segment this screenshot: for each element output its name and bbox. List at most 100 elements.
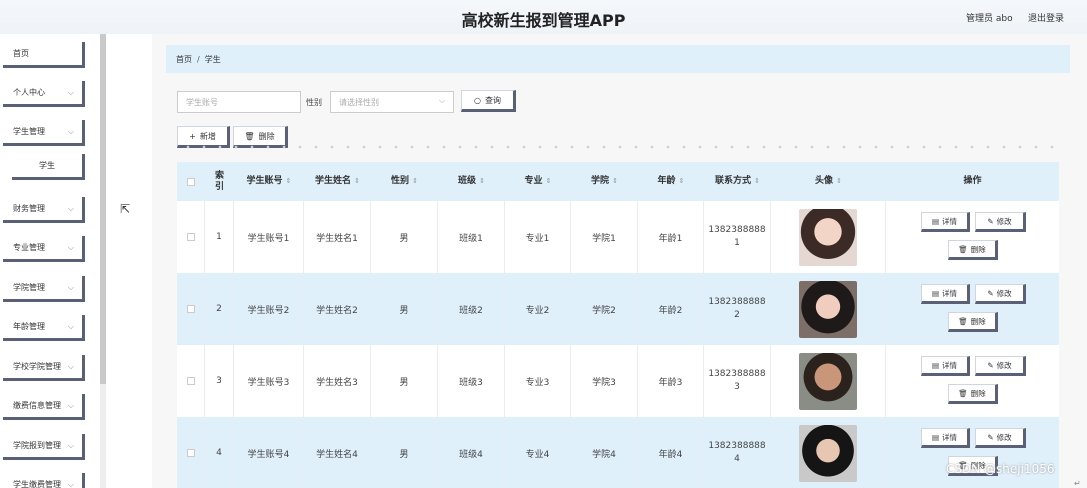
search-icon: ○ (474, 95, 481, 105)
row-major: 专业1 (505, 201, 571, 273)
detail-button[interactable]: ▤ 详情 (921, 284, 970, 304)
breadcrumb: 首页 / 学生 (166, 45, 1070, 73)
breadcrumb-current: 学生 (204, 54, 221, 64)
student-account-input[interactable]: 学生账号 (177, 91, 301, 113)
edit-button[interactable]: ✎ 修改 (975, 284, 1026, 304)
row-avatar (771, 273, 886, 345)
col-phone[interactable]: 联系方式 ⇕ (704, 162, 771, 201)
detail-button[interactable]: ▤ 详情 (921, 428, 970, 448)
row-checkbox[interactable] (186, 305, 195, 313)
sort-icon: ⇕ (412, 177, 418, 185)
detail-button[interactable]: ▤ 详情 (921, 212, 970, 232)
row-checkbox[interactable] (186, 449, 195, 457)
edit-button[interactable]: ✎ 修改 (975, 356, 1026, 376)
row-phone: 1382388888 3 (704, 345, 771, 417)
delete-button[interactable]: 🗑 删除 (948, 240, 998, 260)
detail-button[interactable]: ▤ 详情 (921, 356, 970, 376)
row-index: 2 (205, 273, 234, 345)
document-icon: ▤ (931, 432, 940, 442)
watermark: CSDN @sheji1056 (946, 462, 1055, 476)
col-actions: 操作 (963, 176, 982, 186)
sidebar-item-payment-info-management[interactable]: 缴费信息管理 ⌵ (3, 394, 85, 420)
delete-button[interactable]: 🗑 删除 (948, 384, 998, 404)
col-class[interactable]: 班级 ⇕ (438, 162, 505, 201)
chevron-down-icon: ⌵ (67, 88, 74, 97)
sidebar-item-college-management[interactable]: 学院管理 ⌵ (3, 276, 85, 302)
mouse-cursor-icon: ⇱ (120, 202, 131, 216)
table-row: 1 学生账号1 学生姓名1 男班级1 专业1 学院1 年龄1 1382388888 1 ▤ 详情 ✎ 修… (177, 201, 1059, 273)
col-major[interactable]: 专业 ⇕ (505, 162, 571, 201)
delete-button[interactable]: 🗑 删除 (948, 312, 998, 332)
row-college: 学院2 (571, 273, 638, 345)
app-title: 高校新生报到管理APP (461, 11, 626, 30)
gender-label: 性别 (306, 98, 322, 107)
row-checkbox-cell (177, 273, 205, 345)
row-avatar (771, 345, 886, 417)
query-button[interactable]: ○ 查询 (461, 90, 516, 112)
breadcrumb-home[interactable]: 首页 (176, 54, 192, 65)
sidebar-item-personal-center[interactable]: 个人中心 ⌵ (3, 81, 85, 107)
sort-icon: ⇕ (285, 177, 292, 185)
col-age[interactable]: 年龄 ⇕ (638, 162, 704, 201)
row-index: 1 (205, 201, 234, 273)
row-class: 班级3 (438, 345, 505, 417)
edit-button[interactable]: ✎ 修改 (975, 212, 1026, 232)
sort-icon: ⇕ (836, 177, 842, 185)
col-avatar[interactable]: 头像 ⇕ (771, 162, 886, 201)
row-major: 专业2 (505, 273, 571, 345)
chevron-down-icon: ⌵ (67, 362, 74, 371)
row-age: 年龄1 (638, 201, 704, 273)
sidebar-item-school-college-management[interactable]: 学校学院管理 ⌵ (3, 355, 85, 381)
row-checkbox[interactable] (186, 377, 195, 385)
chevron-down-icon: ⌵ (67, 322, 74, 331)
sidebar-item-student-payment-management[interactable]: 学生缴费管理 ⌵ (3, 473, 85, 488)
decorative-dots (180, 144, 1060, 150)
row-gender: 男 (371, 201, 438, 273)
sidebar: 首页 个人中心 ⌵ 学生管理 ⌵ 学生 财务管理 ⌵ 专业管理 ⌵ 学院管理 ⌵ 年龄管理… (0, 34, 100, 488)
pencil-icon: ✎ (987, 216, 994, 226)
row-name: 学生姓名4 (304, 417, 371, 488)
table-header: 索引 学生账号 ⇕ 学生姓名 ⇕ 性别 ⇕ 班级 ⇕ 专业 ⇕ 学院 ⇕ 年龄 ⇕ 联系方式 ⇕… (177, 162, 1059, 201)
logout-link[interactable]: 退出登录 (1028, 11, 1064, 24)
document-icon: ▤ (931, 360, 940, 370)
edit-button[interactable]: ✎ 修改 (975, 428, 1026, 448)
chevron-down-icon: ⌵ (438, 96, 445, 105)
row-age: 年龄4 (638, 417, 704, 488)
sidebar-item-student-management[interactable]: 学生管理 ⌵ (3, 120, 85, 146)
row-name: 学生姓名1 (304, 201, 371, 273)
sidebar-item-age-management[interactable]: 年龄管理 ⌵ (3, 315, 85, 341)
row-major: 专业4 (505, 417, 571, 488)
gender-select[interactable]: 请选择性别 ⌵ (330, 91, 454, 113)
chevron-down-icon: ⌵ (67, 401, 74, 410)
document-icon: ▤ (931, 288, 940, 298)
select-all-checkbox[interactable] (187, 177, 195, 186)
sidebar-item-major-management[interactable]: 专业管理 ⌵ (3, 236, 85, 262)
row-checkbox-cell (177, 417, 205, 488)
sidebar-subitem-student[interactable]: 学生 (12, 154, 85, 180)
chevron-down-icon: ⌵ (67, 480, 74, 488)
sort-icon: ⇕ (612, 177, 618, 185)
trash-icon: 🗑 (958, 244, 968, 254)
col-college[interactable]: 学院 ⇕ (571, 162, 638, 201)
row-account: 学生账号2 (234, 273, 304, 345)
row-class: 班级1 (438, 201, 505, 273)
row-checkbox[interactable] (186, 233, 195, 241)
avatar (799, 280, 857, 338)
sidebar-item-finance-management[interactable]: 财务管理 ⌵ (3, 197, 85, 223)
sort-icon: ⇕ (354, 177, 360, 185)
row-account: 学生账号4 (234, 417, 304, 488)
row-checkbox-cell (177, 345, 205, 417)
row-age: 年龄3 (638, 345, 704, 417)
trash-icon: 🗑 (244, 131, 255, 141)
row-major: 专业3 (505, 345, 571, 417)
sidebar-item-home[interactable]: 首页 (3, 42, 85, 68)
pencil-icon: ✎ (987, 432, 994, 442)
sidebar-item-college-registration-management[interactable]: 学院报到管理 ⌵ (3, 434, 85, 460)
table-row: 2 学生账号2 学生姓名2 男班级2 专业2 学院2 年龄2 1382388888 2 ▤ 详情 ✎ 修… (177, 273, 1059, 345)
row-account: 学生账号3 (234, 345, 304, 417)
col-account[interactable]: 学生账号 ⇕ (234, 162, 304, 201)
col-gender[interactable]: 性别 ⇕ (371, 162, 438, 201)
pencil-icon: ✎ (987, 360, 994, 370)
col-name[interactable]: 学生姓名 ⇕ (304, 162, 371, 201)
chevron-down-icon: ⌵ (67, 127, 74, 136)
